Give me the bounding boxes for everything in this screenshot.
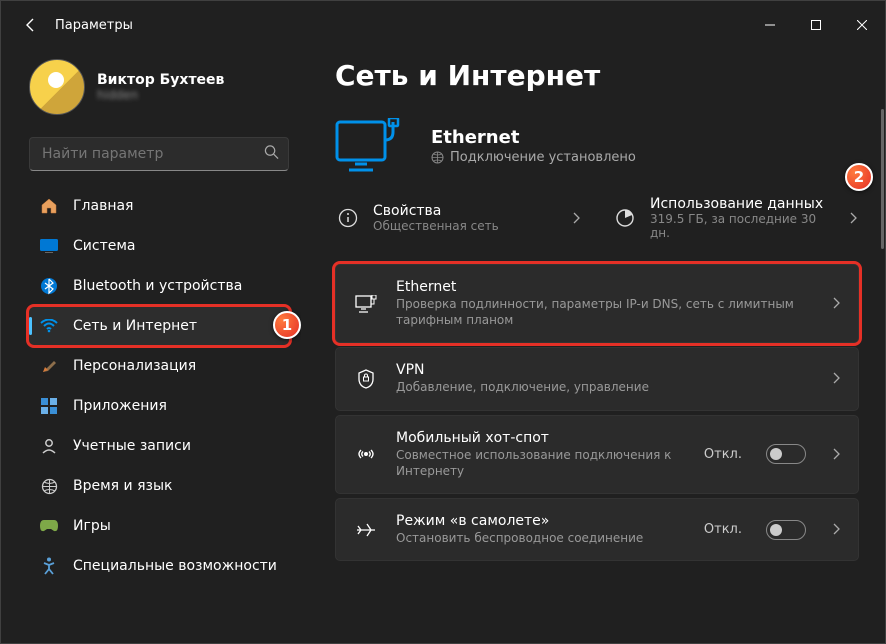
sidebar-item-label: Приложения <box>73 398 167 414</box>
connection-status: Ethernet Подключение установлено <box>335 110 859 196</box>
marker-1: 1 <box>273 311 301 339</box>
sidebar-item-label: Система <box>73 238 135 254</box>
setting-hotspot[interactable]: Мобильный хот-спот Совместное использова… <box>335 415 859 494</box>
language-icon <box>39 476 59 496</box>
properties-subtitle: Общественная сеть <box>373 219 499 233</box>
window-title: Параметры <box>55 18 133 33</box>
profile[interactable]: Виктор Бухтеев hidden <box>29 53 289 131</box>
sidebar-item-label: Главная <box>73 198 133 214</box>
scrollbar[interactable] <box>881 109 884 249</box>
properties-card[interactable]: Свойства Общественная сеть <box>335 196 582 240</box>
bluetooth-icon <box>39 276 59 296</box>
brush-icon <box>39 356 59 376</box>
gamepad-icon <box>39 516 59 536</box>
chevron-right-icon <box>832 520 840 539</box>
avatar <box>29 59 85 115</box>
main-content: Сеть и Интернет Ethernet Подключение уст… <box>301 49 885 643</box>
chevron-right-icon <box>572 209 580 228</box>
home-icon <box>39 196 59 216</box>
airplane-toggle[interactable] <box>766 520 806 540</box>
chevron-right-icon <box>832 445 840 464</box>
chevron-right-icon <box>849 209 857 228</box>
sidebar-item-apps[interactable]: Приложения <box>29 387 289 425</box>
marker-2: 2 <box>845 163 873 191</box>
card-title: VPN <box>396 362 814 378</box>
status-subtitle: Подключение установлено <box>431 150 636 165</box>
search-input[interactable] <box>29 137 289 171</box>
back-button[interactable] <box>13 7 49 43</box>
sidebar-item-home[interactable]: Главная <box>29 187 289 225</box>
search-box[interactable] <box>29 137 289 171</box>
accessibility-icon <box>39 556 59 576</box>
sidebar-item-label: Bluetooth и устройства <box>73 278 242 294</box>
sidebar-item-label: Персонализация <box>73 358 196 374</box>
sidebar-item-label: Сеть и Интернет <box>73 318 197 334</box>
page-title: Сеть и Интернет <box>335 59 859 92</box>
hotspot-toggle[interactable] <box>766 444 806 464</box>
datausage-title: Использование данных <box>650 196 835 212</box>
card-title: Режим «в самолете» <box>396 513 686 529</box>
setting-airplane[interactable]: Режим «в самолете» Остановить беспроводн… <box>335 498 859 561</box>
shield-icon <box>354 367 378 391</box>
account-icon <box>39 436 59 456</box>
card-state: Откл. <box>704 522 742 537</box>
apps-icon <box>39 396 59 416</box>
sidebar-item-network[interactable]: Сеть и Интернет 1 <box>29 307 289 345</box>
globe-icon <box>431 151 444 164</box>
sidebar-item-accounts[interactable]: Учетные записи <box>29 427 289 465</box>
info-icon <box>337 207 359 229</box>
card-subtitle: Остановить беспроводное соединение <box>396 530 686 546</box>
sidebar-item-personalization[interactable]: Персонализация <box>29 347 289 385</box>
card-state: Откл. <box>704 447 742 462</box>
sidebar-item-time-language[interactable]: Время и язык <box>29 467 289 505</box>
sidebar-item-system[interactable]: Система <box>29 227 289 265</box>
search-icon <box>264 145 279 164</box>
system-icon <box>39 236 59 256</box>
datausage-icon <box>614 207 636 229</box>
sidebar-item-bluetooth[interactable]: Bluetooth и устройства <box>29 267 289 305</box>
chevron-right-icon <box>832 369 840 388</box>
card-subtitle: Совместное использование подключения к И… <box>396 447 686 479</box>
card-title: Мобильный хот-спот <box>396 430 686 446</box>
sidebar-item-label: Время и язык <box>73 478 172 494</box>
card-title: Ethernet <box>396 279 814 295</box>
ethernet-icon <box>354 292 378 316</box>
ethernet-pc-icon <box>335 118 411 174</box>
card-subtitle: Добавление, подключение, управление <box>396 379 814 395</box>
sidebar-item-label: Игры <box>73 518 111 534</box>
sidebar-item-gaming[interactable]: Игры <box>29 507 289 545</box>
status-title: Ethernet <box>431 127 636 148</box>
sidebar-item-label: Учетные записи <box>73 438 191 454</box>
minimize-button[interactable] <box>747 9 793 41</box>
profile-name: Виктор Бухтеев <box>97 72 224 88</box>
close-button[interactable] <box>839 9 885 41</box>
datausage-card[interactable]: Использование данных 319.5 ГБ, за послед… <box>612 196 859 240</box>
card-subtitle: Проверка подлинности, параметры IP-и DNS… <box>396 296 814 328</box>
datausage-subtitle: 319.5 ГБ, за последние 30 дн. <box>650 212 835 240</box>
setting-vpn[interactable]: VPN Добавление, подключение, управление <box>335 347 859 410</box>
sidebar-item-accessibility[interactable]: Специальные возможности <box>29 547 289 585</box>
sidebar: Виктор Бухтеев hidden Главная Система <box>1 49 301 643</box>
chevron-right-icon <box>832 294 840 313</box>
setting-ethernet[interactable]: Ethernet Проверка подлинности, параметры… <box>335 264 859 343</box>
profile-email: hidden <box>97 88 224 102</box>
maximize-button[interactable] <box>793 9 839 41</box>
sidebar-item-label: Специальные возможности <box>73 558 277 574</box>
wifi-icon <box>39 316 59 336</box>
hotspot-icon <box>354 442 378 466</box>
properties-title: Свойства <box>373 203 499 219</box>
airplane-icon <box>354 518 378 542</box>
titlebar: Параметры <box>1 1 885 49</box>
